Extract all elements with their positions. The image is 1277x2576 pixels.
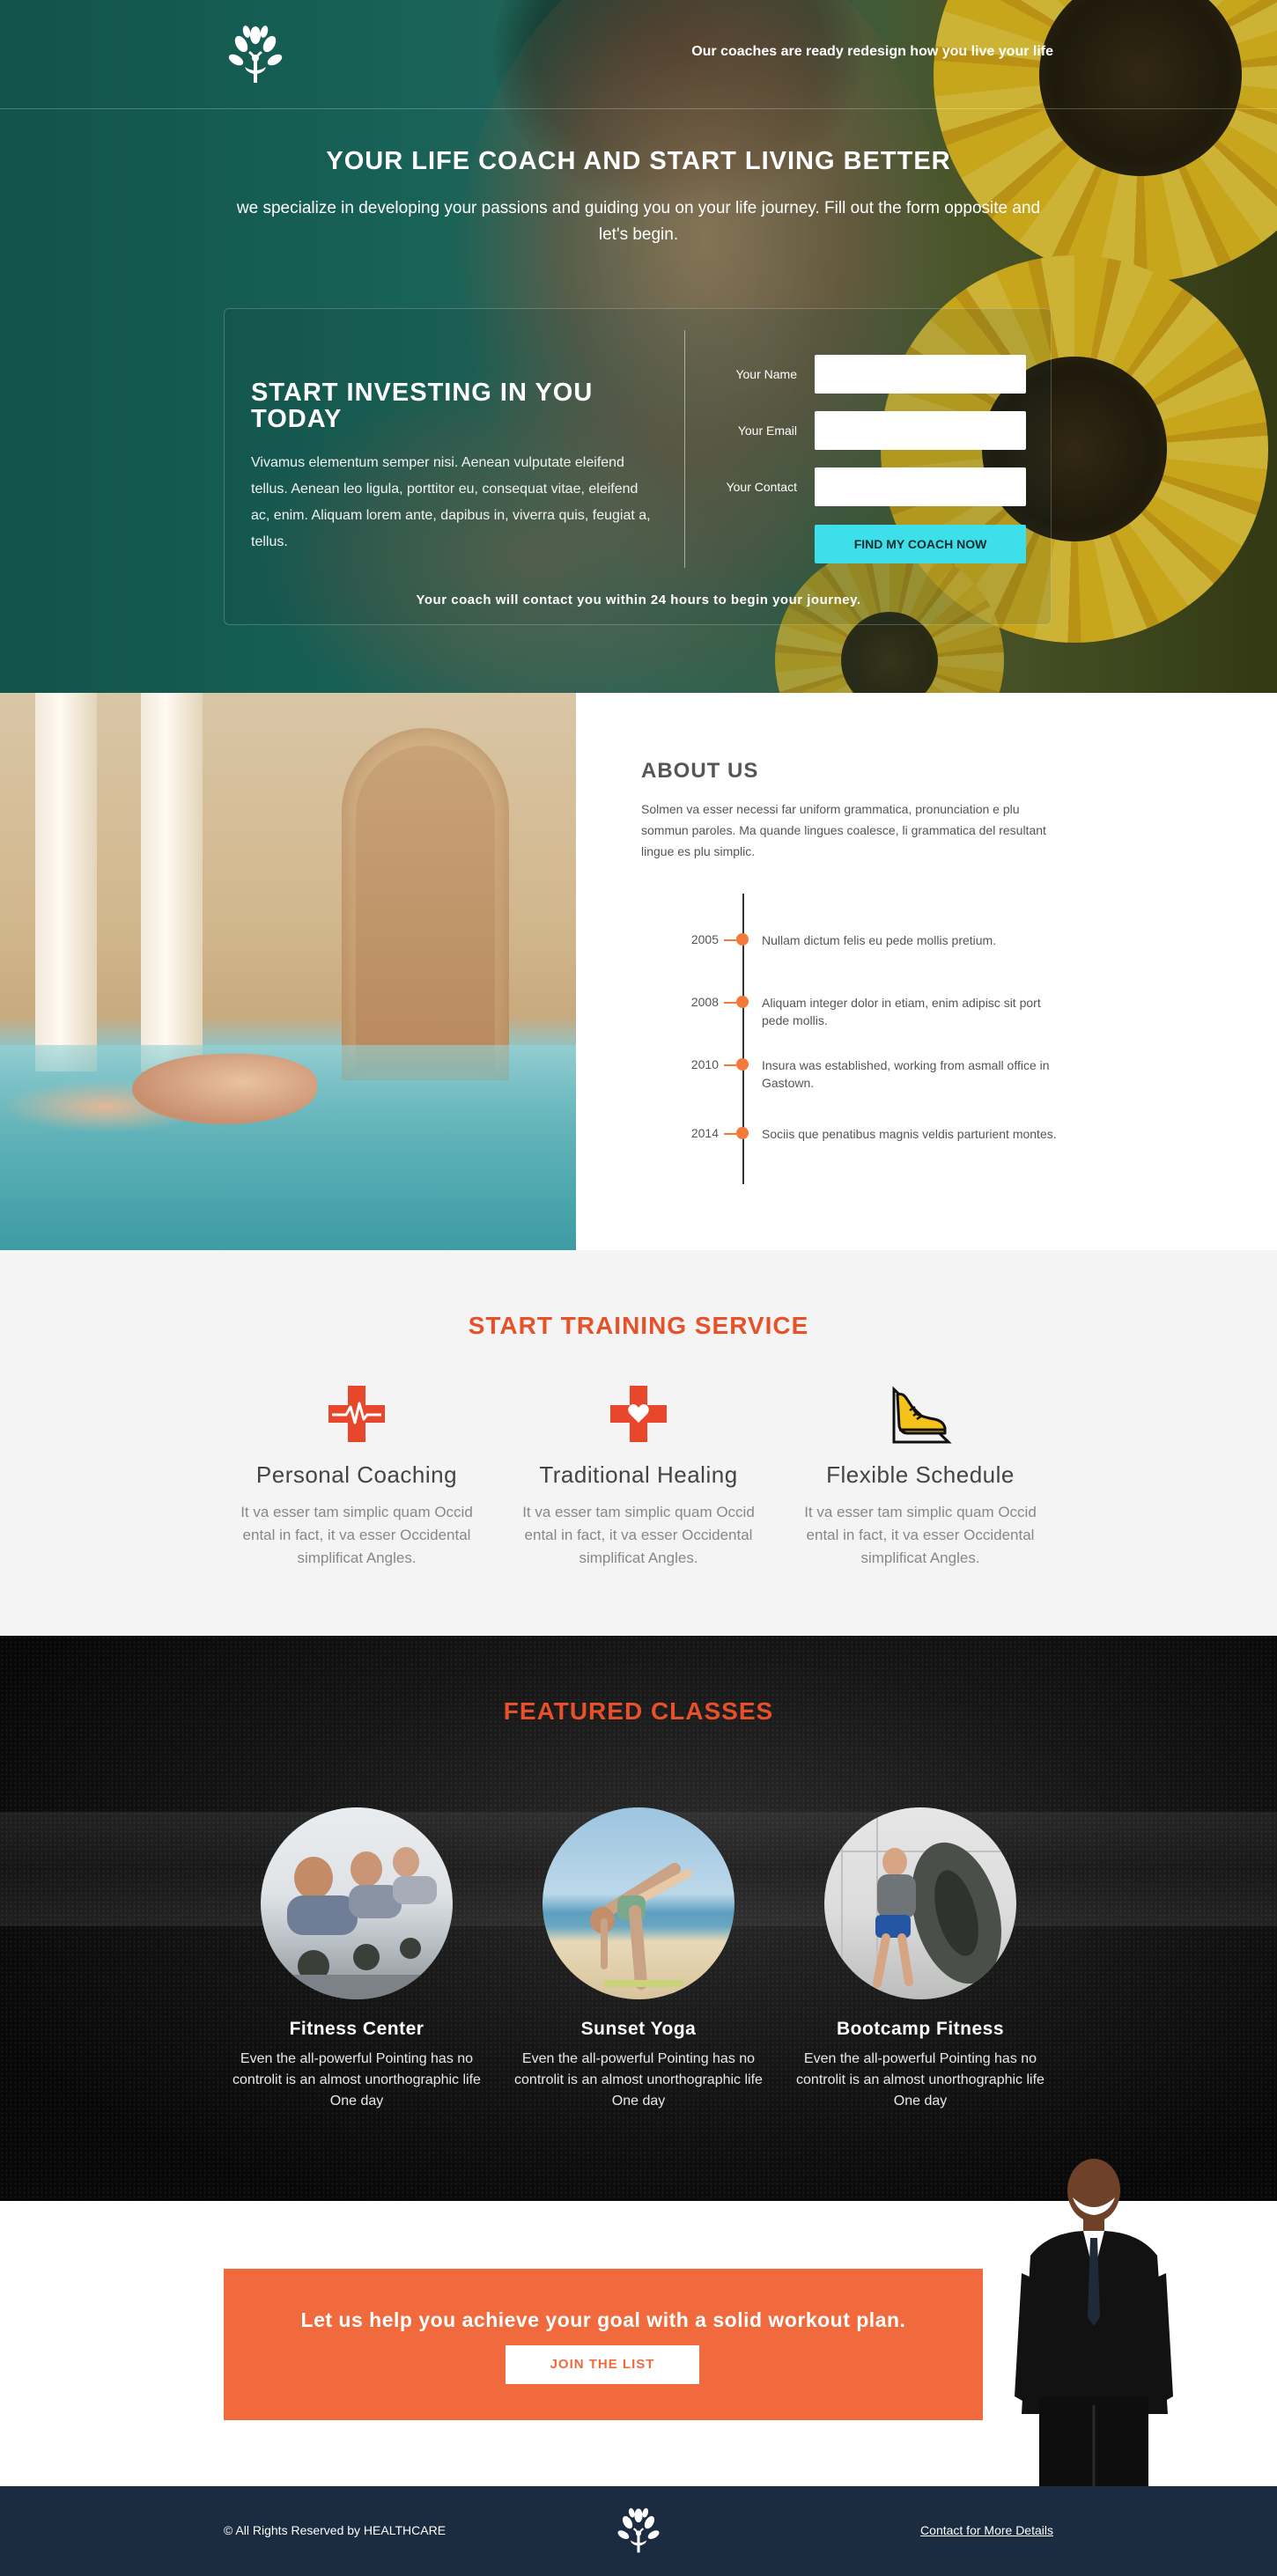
header-tagline: Our coaches are ready redesign how you l…: [691, 44, 1053, 59]
form-heading: START INVESTING IN YOU TODAY: [251, 379, 594, 433]
service-card: Traditional Healing It va esser tam simp…: [511, 1382, 766, 1570]
copyright-text: © All Rights Reserved by HEALTHCARE: [224, 2523, 447, 2537]
timeline-year: 2010: [690, 1057, 719, 1071]
featured-classes-section: FEATURED CLASSES Fitness Center Even the…: [0, 1636, 1277, 2201]
service-name: Traditional Healing: [539, 1461, 738, 1488]
timeline-text: Nullam dictum felis eu pede mollis preti…: [762, 933, 997, 947]
class-card[interactable]: Fitness Center Even the all-powerful Poi…: [229, 1807, 484, 2112]
services-title: START TRAINING SERVICE: [468, 1312, 809, 1339]
bootcamp-fitness-image[interactable]: [824, 1807, 1016, 1999]
medical-cross-heart-icon: [607, 1382, 670, 1446]
class-card[interactable]: Sunset Yoga Even the all-powerful Pointi…: [511, 1807, 766, 2112]
contact-row: Your Contact: [718, 467, 1026, 506]
timeline-dot-icon: [736, 1127, 749, 1139]
timeline-dot-icon: [736, 933, 749, 946]
class-text: Even the all-powerful Pointing has no co…: [233, 2051, 481, 2109]
service-card: Personal Coaching It va esser tam simpli…: [229, 1382, 484, 1570]
site-footer: © All Rights Reserved by HEALTHCARE Cont…: [0, 2486, 1277, 2576]
class-text: Even the all-powerful Pointing has no co…: [796, 2051, 1044, 2109]
class-text: Even the all-powerful Pointing has no co…: [514, 2051, 763, 2109]
contact-input[interactable]: [815, 467, 1026, 506]
service-text: It va esser tam simplic quam Occid ental…: [804, 1504, 1037, 1566]
cta-banner: Let us help you achieve your goal with a…: [224, 2269, 983, 2420]
name-row: Your Name: [718, 355, 1026, 394]
hero-section: Our coaches are ready redesign how you l…: [0, 0, 1277, 693]
service-card: Flexible Schedule It va esser tam simpli…: [793, 1382, 1048, 1570]
timeline-dot-icon: [736, 1058, 749, 1071]
timeline-text: Sociis que penatibus magnis veldis partu…: [762, 1127, 1057, 1141]
form-description: Vivamus elementum semper nisi. Aenean vu…: [251, 455, 651, 549]
contact-label: Your Contact: [726, 480, 797, 494]
name-label: Your Name: [735, 367, 797, 381]
service-name: Personal Coaching: [255, 1461, 458, 1488]
medical-cross-pulse-icon: [325, 1382, 388, 1446]
site-header: Our coaches are ready redesign how you l…: [0, 0, 1277, 109]
cta-text: Let us help you achieve your goal with a…: [300, 2308, 906, 2331]
about-text: Solmen va esser necessi far uniform gram…: [641, 802, 1046, 858]
class-card[interactable]: Bootcamp Fitness Even the all-powerful P…: [793, 1807, 1048, 2112]
timeline-dot-icon: [736, 996, 749, 1008]
services-section: START TRAINING SERVICE Personal Coaching…: [0, 1250, 1277, 1636]
find-my-coach-button[interactable]: FIND MY COACH NOW: [815, 525, 1026, 563]
service-name: Flexible Schedule: [826, 1461, 1015, 1488]
hero-subtitle: we specialize in developing your passion…: [236, 199, 1041, 244]
businessman-image: [995, 2150, 1189, 2486]
service-text: It va esser tam simplic quam Occid ental…: [240, 1504, 473, 1566]
tree-logo-icon[interactable]: [614, 2507, 663, 2561]
tree-logo-icon[interactable]: [224, 25, 287, 92]
form-divider: [684, 330, 685, 568]
class-name: Sunset Yoga: [580, 2019, 697, 2039]
spa-pool-image: [0, 693, 576, 1250]
running-shoe-icon: [889, 1382, 952, 1446]
email-input[interactable]: [815, 411, 1026, 450]
about-title: ABOUT US: [641, 759, 759, 783]
featured-title: FEATURED CLASSES: [503, 1697, 774, 1725]
class-name: Fitness Center: [289, 2019, 424, 2039]
name-input[interactable]: [815, 355, 1026, 394]
form-note: Your coach will contact you within 24 ho…: [416, 592, 861, 607]
timeline-text: Insura was established, working from asm…: [762, 1058, 1050, 1090]
email-label: Your Email: [737, 423, 797, 438]
timeline-text: Aliquam integer dolor in etiam, enim adi…: [762, 996, 1041, 1027]
sunset-yoga-image[interactable]: [543, 1807, 734, 1999]
timeline-year: 2008: [690, 995, 719, 1009]
timeline-year: 2014: [690, 1126, 719, 1140]
email-row: Your Email: [718, 411, 1026, 450]
about-section: ABOUT US Solmen va esser necessi far uni…: [0, 693, 1277, 1250]
class-name: Bootcamp Fitness: [836, 2019, 1005, 2039]
join-the-list-button[interactable]: JOIN THE LIST: [506, 2345, 699, 2384]
hero-title: YOUR LIFE COACH AND START LIVING BETTER: [326, 147, 951, 175]
contact-details-link[interactable]: Contact for More Details: [920, 2523, 1053, 2537]
fitness-center-image[interactable]: [261, 1807, 453, 1999]
timeline-year: 2005: [690, 932, 719, 946]
signup-form-panel: START INVESTING IN YOU TODAY Vivamus ele…: [224, 308, 1052, 625]
cta-section: Let us help you achieve your goal with a…: [0, 2159, 1277, 2486]
service-text: It va esser tam simplic quam Occid ental…: [522, 1504, 755, 1566]
